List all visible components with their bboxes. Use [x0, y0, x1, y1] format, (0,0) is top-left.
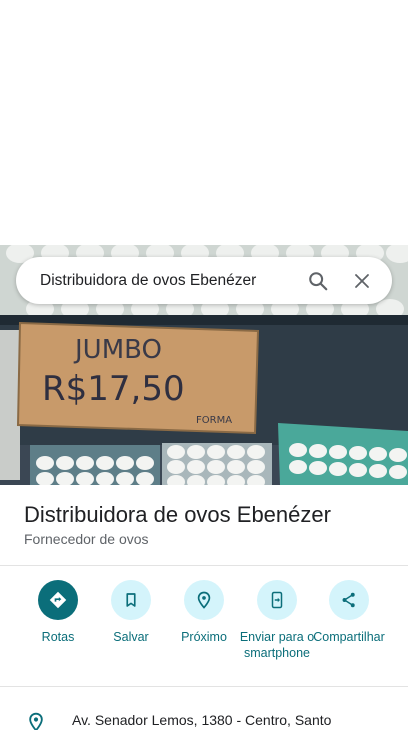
save-label: Salvar [113, 630, 149, 644]
send-to-phone-button[interactable]: Enviar para o smartphone [239, 580, 315, 661]
nearby-button[interactable]: Próximo [166, 580, 242, 645]
close-icon[interactable] [340, 259, 384, 303]
directions-icon [38, 580, 78, 620]
sign-jumbo-text: JUMBO [73, 335, 162, 365]
location-pin-icon [26, 711, 46, 730]
nearby-icon [184, 580, 224, 620]
search-icon[interactable] [296, 259, 340, 303]
divider [0, 686, 408, 687]
sign-forma-text: FORMA [196, 415, 232, 426]
map-blank-area [0, 0, 408, 245]
share-button[interactable]: Compartilhar [311, 580, 387, 645]
action-row: Rotas Salvar Próximo Enviar para o smart… [0, 580, 408, 685]
address-text: Av. Senador Lemos, 1380 - Centro, Santo [72, 712, 332, 728]
send-to-phone-icon [257, 580, 297, 620]
search-input[interactable]: Distribuidora de ovos Ebenézer [16, 272, 296, 290]
search-bar[interactable]: Distribuidora de ovos Ebenézer [16, 257, 392, 304]
save-button[interactable]: Salvar [93, 580, 169, 645]
nearby-label: Próximo [181, 630, 227, 644]
place-category[interactable]: Fornecedor de ovos [24, 531, 149, 547]
address-row[interactable]: Av. Senador Lemos, 1380 - Centro, Santo [0, 705, 408, 730]
directions-label: Rotas [41, 630, 75, 644]
send-to-phone-label: Enviar para o smartphone [239, 630, 315, 660]
sign-price-text: R$17,50 [42, 369, 185, 409]
directions-button[interactable]: Rotas [20, 580, 96, 645]
share-icon [329, 580, 369, 620]
divider [0, 565, 408, 566]
share-label: Compartilhar [313, 630, 385, 644]
place-title: Distribuidora de ovos Ebenézer [24, 502, 331, 527]
bookmark-icon [111, 580, 151, 620]
